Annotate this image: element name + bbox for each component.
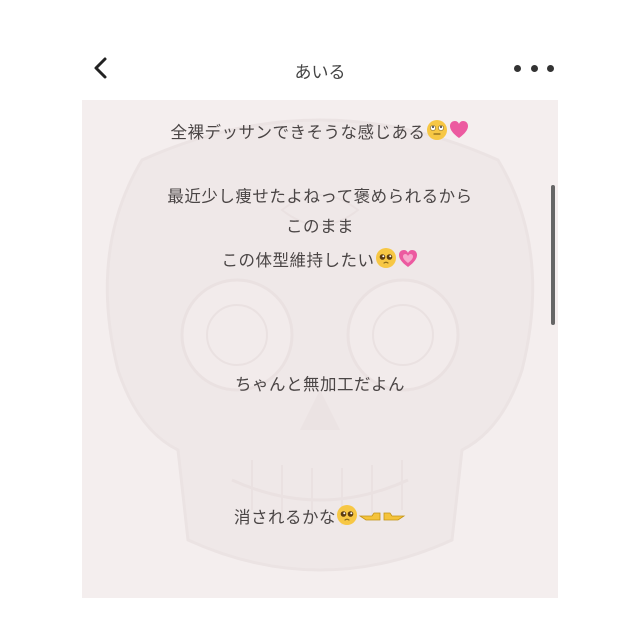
post-line-4: この体型維持したい [82,246,558,276]
pointing-fingers-emoji [358,512,406,521]
rolling-eyes-emoji [426,120,447,140]
post-line-5: ちゃんと無加工だよん [235,375,405,394]
pink-heart-emoji [449,121,468,138]
more-dots-icon [514,64,521,72]
top-bar: あいる [0,0,640,100]
post-content[interactable]: 全裸デッサンできそうな感じある 最近少し痩せたよねって褒められるから このまま … [82,100,558,598]
growing-heart-emoji [398,250,417,267]
bottom-margin [0,598,640,640]
scrollbar[interactable] [551,185,555,325]
post-line-1: 全裸デッサンできそうな感じある [82,118,558,148]
more-dots-icon [530,64,538,72]
post-line-3: このまま [286,217,354,236]
post-line-6-text: 消されるかな [234,508,336,527]
post-line-2: 最近少し痩せたよねって褒められるから [167,187,473,206]
more-options-button[interactable] [514,58,554,78]
post-line-6: 消されるかな [82,503,558,533]
pleading-face-emoji [375,248,396,268]
more-dots-icon [547,64,554,72]
post-line-1-text: 全裸デッサンできそうな感じある [170,123,426,142]
pleading-face-emoji [337,505,357,525]
post-line-4-text: この体型維持したい [221,251,375,270]
